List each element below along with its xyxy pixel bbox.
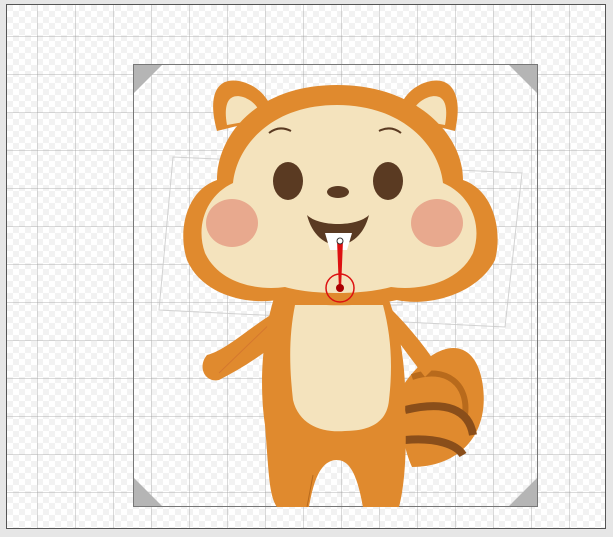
editor-viewport[interactable] [6, 4, 606, 529]
squirrel-body[interactable] [262, 295, 406, 508]
squirrel-tail[interactable] [400, 348, 484, 467]
left-eye [273, 162, 303, 200]
right-eye [373, 162, 403, 200]
character-svg[interactable] [7, 5, 606, 529]
